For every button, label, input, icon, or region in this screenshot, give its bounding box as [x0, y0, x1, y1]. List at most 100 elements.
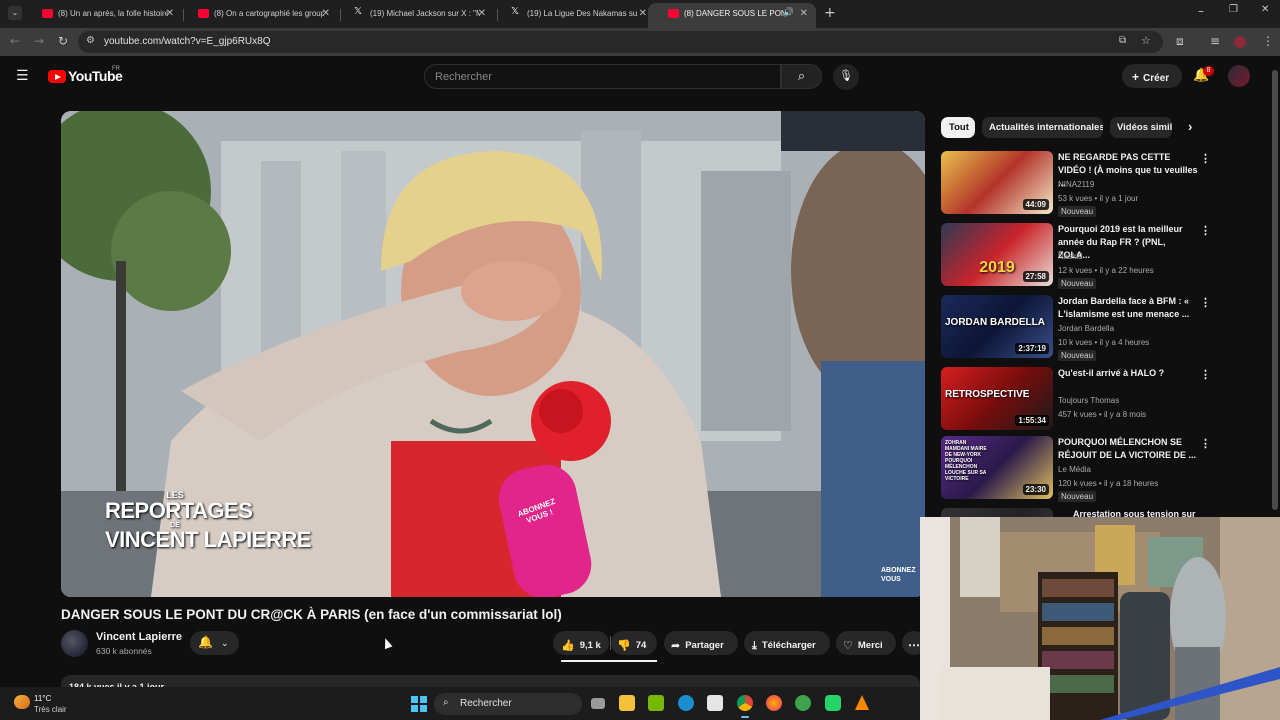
recommendation-meta: 53 k vues • il y a 1 jour	[1058, 194, 1139, 203]
video-player[interactable]: LES REPORTAGES DE VINCENT LAPIERRE ABONN…	[61, 111, 925, 597]
browser-toolbar: ← → ↻ ⚙ youtube.com/watch?v=E_gjp6RUx8Q …	[0, 28, 1280, 56]
weather-icon[interactable]	[14, 695, 30, 709]
close-icon[interactable]: ✕	[478, 8, 486, 19]
recommendation-card[interactable]: JORDAN BARDELLA 2:37:19 Jordan Bardella fa…	[941, 295, 1216, 361]
more-options-icon[interactable]: ⋮	[1200, 368, 1211, 381]
taskbar-search-box[interactable]: Rechercher	[434, 693, 582, 715]
like-count: 9,1 k	[579, 640, 601, 651]
search-icon[interactable]: ⌕	[781, 64, 822, 89]
whatsapp-icon[interactable]	[825, 695, 841, 711]
recommendation-channel[interactable]: Le Média	[1058, 465, 1091, 474]
more-options-icon[interactable]: ⋮	[1200, 224, 1211, 237]
thumbnail-text: ZOHRAN MAMDANI MAIRE DE NEW-YORK POURQUO…	[945, 440, 987, 482]
recommendation-card[interactable]: 2019 27:58 Pourquoi 2019 est la meilleur a…	[941, 223, 1216, 289]
browser-tab[interactable]: (8) Un an après, la folle histoire ✕	[22, 3, 182, 28]
close-icon[interactable]: ✕	[800, 8, 808, 19]
weather-temperature[interactable]: 11°C	[34, 694, 51, 703]
address-bar[interactable]: ⚙ youtube.com/watch?v=E_gjp6RUx8Q ⧉ ☆	[78, 31, 1163, 53]
recommendation-channel[interactable]: Toujours Thomas	[1058, 396, 1119, 405]
download-button[interactable]: ⤓ Télécharger	[744, 631, 830, 655]
recommendation-thumbnail[interactable]: ZOHRAN MAMDANI MAIRE DE NEW-YORK POURQUO…	[941, 436, 1053, 499]
minimize-icon[interactable]: –	[1198, 4, 1204, 18]
x-icon: 𝕏	[511, 6, 520, 17]
recommendation-thumbnail[interactable]: JORDAN BARDELLA 2:37:19	[941, 295, 1053, 358]
chip-all[interactable]: Tout	[941, 117, 975, 138]
channel-avatar[interactable]	[61, 630, 88, 657]
recommendation-thumbnail[interactable]: RETROSPECTIVE 1:55:34	[941, 367, 1053, 430]
hamburger-menu-icon[interactable]: ☰	[16, 68, 29, 84]
bookmark-star-icon[interactable]: ☆	[1141, 34, 1151, 47]
browser-menu-icon[interactable]: ⋮	[1262, 34, 1274, 48]
browser-tab[interactable]: 𝕏 (19) Michael Jackson sur X : "M ✕	[334, 3, 494, 28]
youtube-logo-icon[interactable]	[48, 70, 66, 83]
chips-next-chevron-icon[interactable]: ›	[1188, 119, 1192, 134]
site-info-icon[interactable]: ⚙	[86, 35, 95, 46]
more-options-icon[interactable]: ⋮	[1200, 437, 1211, 450]
store-icon[interactable]	[707, 695, 723, 711]
recommendation-card[interactable]: ZOHRAN MAMDANI MAIRE DE NEW-YORK POURQUO…	[941, 436, 1216, 502]
windows-start-icon[interactable]	[411, 696, 427, 712]
search-input[interactable]: Rechercher	[424, 64, 781, 89]
new-badge: Nouveau	[1058, 350, 1097, 361]
youtube-icon	[198, 9, 209, 18]
recommendation-meta: 12 k vues • il y a 22 heures	[1058, 266, 1154, 275]
reading-list-icon[interactable]: ≡	[1210, 34, 1220, 48]
profile-icon[interactable]	[1234, 36, 1246, 48]
back-arrow-icon[interactable]: ←	[10, 34, 20, 48]
video-duration: 44:09	[1022, 199, 1049, 210]
new-tab-button[interactable]: +	[824, 5, 836, 21]
page-scrollbar-thumb[interactable]	[1272, 70, 1278, 510]
recommendation-thumbnail[interactable]	[941, 508, 1053, 517]
cast-icon[interactable]: ⧉	[1119, 35, 1126, 46]
channel-name[interactable]: Vincent Lapierre	[96, 631, 182, 643]
recommendation-card[interactable]: Arrestation sous tension sur	[941, 508, 1216, 517]
account-avatar[interactable]	[1228, 65, 1250, 87]
recommendation-channel[interactable]: Naskid	[1058, 252, 1082, 261]
close-window-icon[interactable]: ✕	[1261, 4, 1269, 15]
share-button[interactable]: ➦ Partager	[664, 631, 738, 655]
recommendation-channel[interactable]: NINA2119	[1058, 180, 1094, 189]
vlc-icon[interactable]	[855, 695, 869, 710]
taskbar-search-icon: ⌕	[443, 697, 449, 708]
subscribed-bell-button[interactable]: 🔔 ⌄	[190, 631, 239, 655]
close-icon[interactable]: ✕	[166, 8, 174, 19]
chip-similar-videos[interactable]: Vidéos simila	[1110, 117, 1172, 138]
microphone-icon[interactable]: 🎙	[833, 64, 859, 90]
task-view-icon[interactable]	[591, 698, 605, 709]
recommendation-channel[interactable]: Jordan Bardella	[1058, 324, 1114, 333]
edge-icon[interactable]	[678, 695, 694, 711]
video-duration: 23:30	[1022, 484, 1049, 495]
close-icon[interactable]: ✕	[639, 8, 647, 19]
recommendation-thumbnail[interactable]: 44:09	[941, 151, 1053, 214]
weather-description[interactable]: Très clair	[34, 705, 67, 714]
thanks-button[interactable]: ♡ Merci	[836, 631, 896, 655]
nvidia-icon[interactable]	[648, 695, 664, 711]
browser-tab[interactable]: (8) On a cartographié les group ✕	[178, 3, 338, 28]
dislike-button[interactable]: 👎 74	[611, 631, 657, 655]
tab-list-chevron-icon[interactable]: ⌄	[8, 6, 22, 20]
tab-title: (19) Michael Jackson sur X : "M	[370, 9, 480, 18]
like-button[interactable]: 👍 9,1 k	[553, 631, 609, 655]
extensions-icon[interactable]: ⧈	[1176, 34, 1184, 49]
speaker-icon[interactable]: 🔊	[783, 8, 794, 18]
chrome-icon[interactable]	[737, 695, 753, 711]
app-icon[interactable]	[795, 695, 811, 711]
forward-arrow-icon[interactable]: →	[34, 34, 44, 48]
watermark-line1: REPORTAGES	[105, 498, 253, 523]
recommendation-card[interactable]: 44:09 NE REGARDE PAS CETTE VIDÉO ! (À moi…	[941, 151, 1216, 217]
more-options-icon[interactable]: ⋮	[1200, 296, 1211, 309]
close-icon[interactable]: ✕	[322, 8, 330, 19]
reload-icon[interactable]: ↻	[58, 34, 68, 48]
recommendation-title: Jordan Bardella face à BFM : « L'islamis…	[1058, 296, 1190, 319]
create-button[interactable]: + Créer	[1122, 64, 1182, 88]
recommendation-thumbnail[interactable]: 2019 27:58	[941, 223, 1053, 286]
browser-tab-active[interactable]: (8) DANGER SOUS LE PONT 🔊 ✕	[648, 3, 816, 28]
recommendation-card[interactable]: RETROSPECTIVE 1:55:34 Qu'est-il arrivé à H…	[941, 367, 1216, 433]
chip-international-news[interactable]: Actualités internationales	[982, 117, 1103, 138]
restore-icon[interactable]: ❐	[1229, 4, 1238, 15]
more-options-icon[interactable]: ⋮	[1200, 152, 1211, 165]
heart-dollar-icon: ♡	[843, 639, 853, 652]
firefox-icon[interactable]	[766, 695, 782, 711]
file-explorer-icon[interactable]	[619, 695, 635, 711]
browser-tab[interactable]: 𝕏 (19) La Ligue Des Nakamas sur ✕	[491, 3, 655, 28]
